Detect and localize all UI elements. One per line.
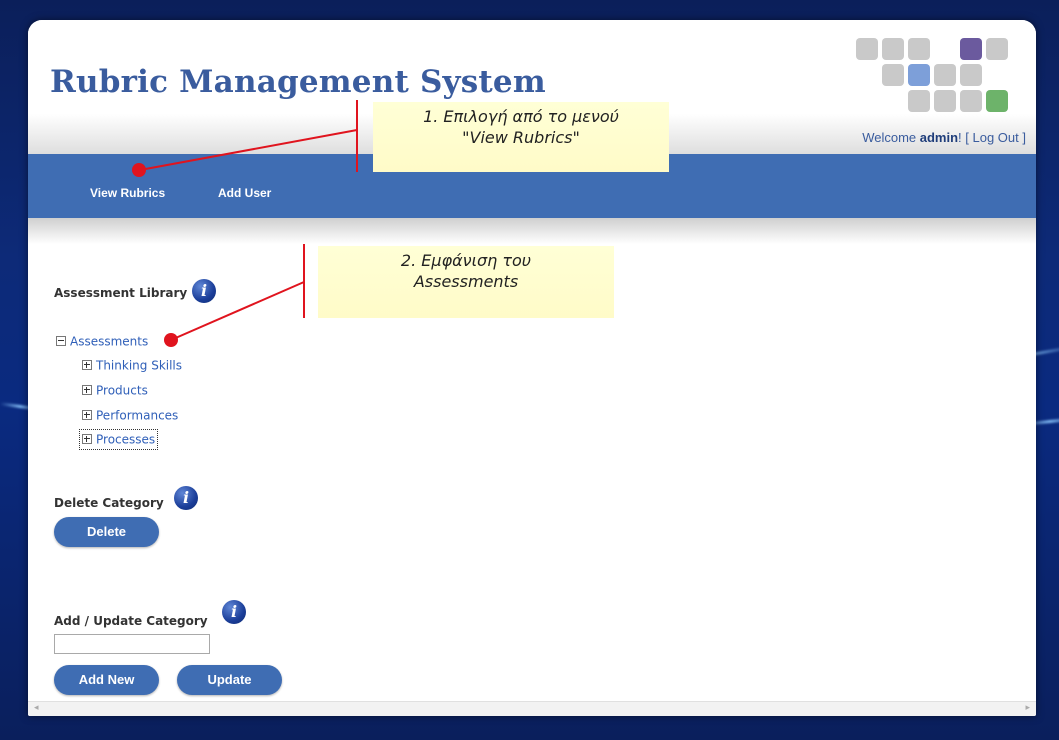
pointer-line-step2 bbox=[170, 281, 305, 341]
pointer-line-step1 bbox=[139, 129, 358, 171]
pointer-dot-step1 bbox=[132, 163, 146, 177]
annotation-pointers bbox=[132, 129, 358, 347]
pointer-dot-step2 bbox=[164, 333, 178, 347]
